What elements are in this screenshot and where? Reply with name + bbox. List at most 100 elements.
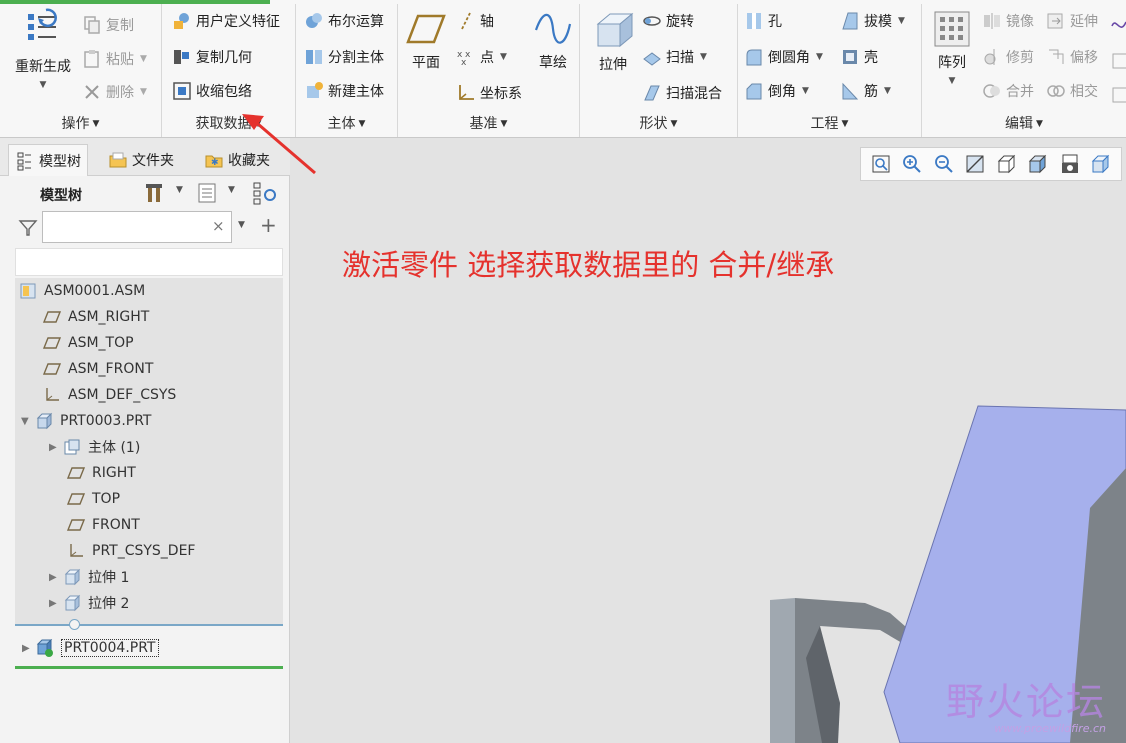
- group-datum-label[interactable]: 基准 ▼: [398, 113, 579, 133]
- boolean-label: 布尔运算: [328, 14, 384, 30]
- rib-button[interactable]: 筋 ▼: [840, 78, 891, 104]
- expand-arrow-icon[interactable]: ▶: [49, 598, 63, 609]
- merge-button[interactable]: 合并: [982, 78, 1034, 104]
- intersect-button[interactable]: 相交: [1046, 78, 1098, 104]
- model-edge-face[interactable]: [770, 598, 795, 743]
- chamfer-dropdown-icon[interactable]: ▼: [802, 86, 809, 96]
- tab-folder-label: 文件夹: [132, 153, 174, 169]
- pattern-dropdown-icon[interactable]: ▼: [928, 76, 976, 86]
- paste-label: 粘贴: [106, 52, 134, 68]
- tree-node-front[interactable]: FRONT: [67, 512, 140, 538]
- tree-node-body[interactable]: ▶ 主体 (1): [49, 434, 140, 460]
- delete-button[interactable]: 删除 ▼: [82, 79, 147, 105]
- draft-label: 拔模: [864, 14, 892, 30]
- clear-search-icon[interactable]: ×: [212, 217, 225, 235]
- axis-button[interactable]: 轴: [456, 8, 494, 34]
- delete-dropdown-icon[interactable]: ▼: [140, 87, 147, 97]
- tree-title: 模型树: [40, 188, 82, 204]
- regenerate-icon: [28, 8, 57, 40]
- paste-dropdown-icon[interactable]: ▼: [140, 54, 147, 64]
- split-body-button[interactable]: 分割主体: [304, 44, 384, 70]
- body-icon: [64, 439, 80, 455]
- regenerate-button[interactable]: 重新生成 ▼: [8, 8, 78, 90]
- tree-node-asm-def-csys[interactable]: ASM_DEF_CSYS: [43, 382, 176, 408]
- tree-node-asm0001[interactable]: ASM0001.ASM: [19, 278, 145, 304]
- paste-button[interactable]: 粘贴 ▼: [82, 46, 147, 72]
- point-dropdown-icon[interactable]: ▼: [500, 52, 507, 62]
- svg-text:x: x: [461, 58, 467, 67]
- plane-button[interactable]: 平面: [404, 10, 448, 72]
- tree-node-right[interactable]: RIGHT: [67, 460, 136, 486]
- point-button[interactable]: xxx 点 ▼: [456, 44, 507, 70]
- tree-settings-dropdown-icon[interactable]: ▼: [176, 185, 183, 195]
- tree-node-top[interactable]: TOP: [67, 486, 120, 512]
- offset-button[interactable]: 偏移: [1046, 44, 1098, 70]
- extend-button[interactable]: 延伸: [1046, 8, 1098, 34]
- pattern-button[interactable]: 阵列 ▼: [928, 10, 976, 86]
- tree-settings-icon[interactable]: [144, 182, 166, 204]
- boolean-icon: [306, 13, 322, 28]
- copy-button[interactable]: 复制: [82, 12, 134, 38]
- round-button[interactable]: 倒圆角 ▼: [744, 44, 823, 70]
- shrinkwrap-button[interactable]: 收缩包络: [172, 78, 252, 104]
- tab-folder[interactable]: 文件夹: [102, 144, 180, 176]
- overflow-more-icon[interactable]: [1110, 12, 1126, 112]
- tree-search-input[interactable]: [42, 211, 232, 243]
- hole-button[interactable]: 孔: [744, 8, 782, 34]
- mirror-button[interactable]: 镜像: [982, 8, 1034, 34]
- expand-arrow-icon[interactable]: ▶: [49, 442, 63, 453]
- tab-favorites[interactable]: ✱ 收藏夹: [198, 144, 276, 176]
- group-body-label[interactable]: 主体 ▼: [296, 113, 397, 133]
- sketch-button[interactable]: 草绘: [530, 10, 576, 72]
- shell-button[interactable]: 壳: [840, 44, 878, 70]
- search-options-dropdown-icon[interactable]: ▼: [238, 220, 245, 230]
- regenerate-dropdown-icon[interactable]: ▼: [8, 80, 78, 90]
- new-body-button[interactable]: 新建主体: [304, 78, 384, 104]
- extrude-button[interactable]: 拉伸: [586, 10, 640, 74]
- tree-node-prt0003[interactable]: ▼ PRT0003.PRT: [21, 408, 152, 434]
- intersect-icon: [1047, 85, 1065, 97]
- tree-node-prt0004[interactable]: ▶ PRT0004.PRT: [22, 635, 159, 661]
- group-operations: 重新生成 ▼ 复制 粘贴 ▼ 删除 ▼ 操作 ▼: [0, 4, 162, 137]
- chamfer-button[interactable]: 倒角 ▼: [744, 78, 809, 104]
- add-filter-icon[interactable]: +: [260, 213, 277, 237]
- collapse-arrow-icon[interactable]: ▼: [21, 416, 35, 427]
- tree-node-asm-right[interactable]: ASM_RIGHT: [43, 304, 149, 330]
- filter-icon[interactable]: [18, 218, 38, 238]
- trim-button[interactable]: 修剪: [982, 44, 1034, 70]
- copy-geometry-button[interactable]: 复制几何: [172, 44, 252, 70]
- user-defined-feature-button[interactable]: 用户定义特征: [172, 8, 280, 34]
- hole-label: 孔: [768, 14, 782, 30]
- draft-button[interactable]: 拔模 ▼: [840, 8, 905, 34]
- draft-dropdown-icon[interactable]: ▼: [898, 16, 905, 26]
- tree-node-extrude-2[interactable]: ▶ 拉伸 2: [49, 590, 129, 616]
- insert-here-marker[interactable]: [69, 619, 80, 630]
- group-get-data-label[interactable]: 获取数据 ▼: [162, 113, 295, 133]
- tree-columns-dropdown-icon[interactable]: ▼: [228, 185, 235, 195]
- folder-icon: [109, 152, 127, 168]
- group-operations-label[interactable]: 操作 ▼: [0, 113, 161, 133]
- csys-button[interactable]: 坐标系: [456, 80, 522, 106]
- tree-node-asm-front[interactable]: ASM_FRONT: [43, 356, 153, 382]
- round-dropdown-icon[interactable]: ▼: [816, 52, 823, 62]
- tree-node-prt-csys-def[interactable]: PRT_CSYS_DEF: [67, 538, 195, 564]
- tree-node-extrude-1[interactable]: ▶ 拉伸 1: [49, 564, 129, 590]
- sweep-button[interactable]: 扫描 ▼: [642, 44, 707, 70]
- sweep-dropdown-icon[interactable]: ▼: [700, 52, 707, 62]
- boolean-button[interactable]: 布尔运算: [304, 8, 384, 34]
- group-shapes-label[interactable]: 形状 ▼: [580, 113, 737, 133]
- tree-columns-icon[interactable]: [196, 182, 218, 204]
- swept-blend-button[interactable]: 扫描混合: [642, 80, 722, 106]
- expand-arrow-icon[interactable]: ▶: [49, 572, 63, 583]
- draft-icon: [842, 12, 858, 30]
- active-component-underline: [15, 666, 283, 669]
- group-editing-label[interactable]: 编辑 ▼: [922, 113, 1126, 133]
- revolve-button[interactable]: 旋转: [642, 8, 694, 34]
- graphics-viewport[interactable]: 激活零件 选择获取数据里的 合并/继承 野火论坛 www.proewildfir…: [290, 138, 1126, 743]
- group-engineering-label[interactable]: 工程 ▼: [738, 113, 921, 133]
- tree-node-asm-top[interactable]: ASM_TOP: [43, 330, 134, 356]
- rib-dropdown-icon[interactable]: ▼: [884, 86, 891, 96]
- tab-model-tree[interactable]: 模型树: [8, 144, 88, 176]
- expand-arrow-icon[interactable]: ▶: [22, 643, 36, 654]
- tree-display-icon[interactable]: [252, 181, 278, 205]
